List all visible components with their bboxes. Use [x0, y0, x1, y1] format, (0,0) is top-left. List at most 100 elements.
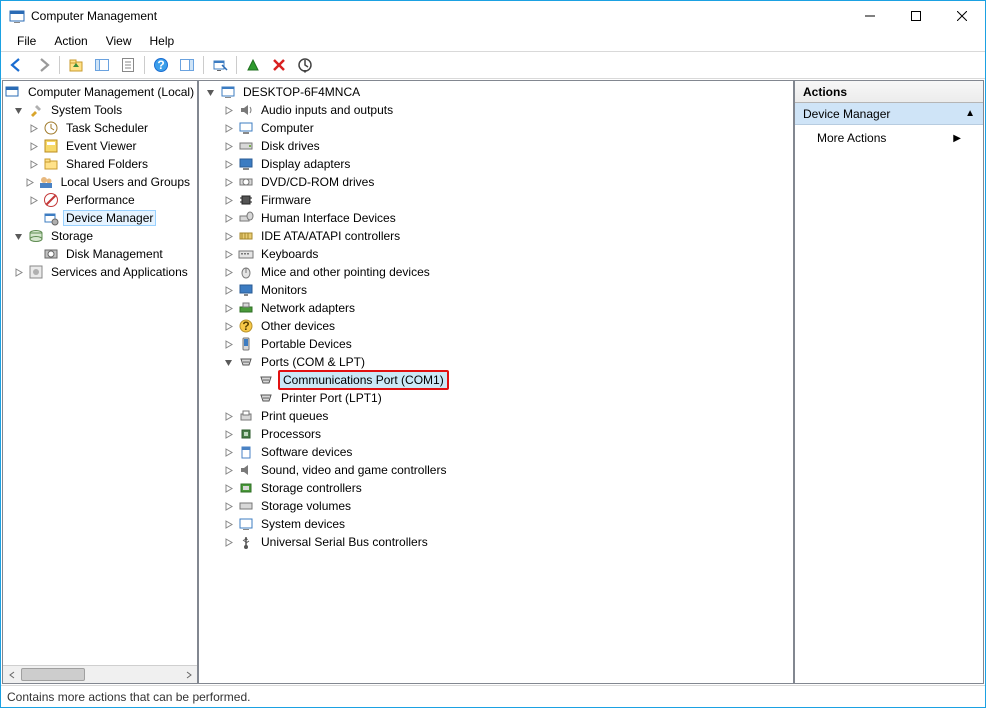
device-display[interactable]: Display adapters	[203, 155, 793, 173]
console-tree[interactable]: Computer Management (Local) System Tools…	[3, 81, 197, 665]
chevron-right-icon[interactable]	[26, 121, 41, 136]
device-root[interactable]: DESKTOP-6F4MNCA	[203, 83, 793, 101]
chevron-right-icon[interactable]	[221, 103, 236, 118]
chevron-right-icon[interactable]	[221, 175, 236, 190]
scroll-thumb[interactable]	[21, 668, 85, 681]
chevron-right-icon[interactable]	[221, 319, 236, 334]
device-firmware[interactable]: Firmware	[203, 191, 793, 209]
chevron-right-icon[interactable]	[221, 445, 236, 460]
device-computer[interactable]: Computer	[203, 119, 793, 137]
tree-local-users[interactable]: Local Users and Groups	[3, 173, 197, 191]
chevron-right-icon[interactable]	[221, 229, 236, 244]
chevron-right-icon[interactable]	[221, 535, 236, 550]
close-button[interactable]	[939, 1, 985, 31]
device-sound[interactable]: Sound, video and game controllers	[203, 461, 793, 479]
device-system[interactable]: System devices	[203, 515, 793, 533]
device-mice[interactable]: Mice and other pointing devices	[203, 263, 793, 281]
device-dvd[interactable]: DVD/CD-ROM drives	[203, 173, 793, 191]
chevron-right-icon[interactable]	[26, 157, 41, 172]
maximize-button[interactable]	[893, 1, 939, 31]
help-button[interactable]: ?	[149, 53, 173, 77]
minimize-button[interactable]	[847, 1, 893, 31]
show-hide-tree-button[interactable]	[90, 53, 114, 77]
tree-system-tools[interactable]: System Tools	[3, 101, 197, 119]
chevron-right-icon[interactable]	[221, 337, 236, 352]
forward-button[interactable]	[31, 53, 55, 77]
menu-action[interactable]: Action	[46, 32, 95, 50]
enable-button[interactable]	[241, 53, 265, 77]
chevron-right-icon[interactable]	[221, 481, 236, 496]
device-audio[interactable]: Audio inputs and outputs	[203, 101, 793, 119]
chevron-down-icon[interactable]	[11, 103, 26, 118]
chevron-right-icon[interactable]	[221, 247, 236, 262]
tree-task-scheduler[interactable]: Task Scheduler	[3, 119, 197, 137]
chevron-right-icon[interactable]	[221, 463, 236, 478]
update-driver-button[interactable]	[293, 53, 317, 77]
device-storage-vol[interactable]: Storage volumes	[203, 497, 793, 515]
device-print-queues[interactable]: Print queues	[203, 407, 793, 425]
chevron-right-icon[interactable]	[221, 157, 236, 172]
chevron-down-icon[interactable]	[221, 355, 236, 370]
usb-icon	[238, 534, 254, 550]
actions-header: Actions	[795, 81, 983, 103]
device-ide[interactable]: IDE ATA/ATAPI controllers	[203, 227, 793, 245]
tree-services-apps[interactable]: Services and Applications	[3, 263, 197, 281]
show-hide-action-pane-button[interactable]	[175, 53, 199, 77]
chevron-down-icon[interactable]	[11, 229, 26, 244]
chevron-right-icon[interactable]	[221, 121, 236, 136]
device-other[interactable]: ?Other devices	[203, 317, 793, 335]
tree-root-computer-management[interactable]: Computer Management (Local)	[3, 83, 197, 101]
device-tree[interactable]: DESKTOP-6F4MNCA Audio inputs and outputs…	[199, 81, 793, 553]
more-actions-label: More Actions	[817, 131, 886, 145]
tree-performance[interactable]: Performance	[3, 191, 197, 209]
horizontal-scrollbar[interactable]	[3, 665, 197, 683]
chevron-right-icon[interactable]	[26, 139, 41, 154]
device-network[interactable]: Network adapters	[203, 299, 793, 317]
menu-file[interactable]: File	[9, 32, 44, 50]
more-actions[interactable]: More Actions ▶	[795, 125, 983, 151]
device-monitors[interactable]: Monitors	[203, 281, 793, 299]
tree-device-manager[interactable]: Device Manager	[3, 209, 197, 227]
device-software[interactable]: Software devices	[203, 443, 793, 461]
chevron-right-icon[interactable]	[221, 139, 236, 154]
device-ports[interactable]: Ports (COM & LPT)	[203, 353, 793, 371]
chevron-right-icon[interactable]	[221, 265, 236, 280]
computer-icon	[220, 84, 236, 100]
chevron-right-icon[interactable]	[26, 193, 41, 208]
tree-shared-folders[interactable]: Shared Folders	[3, 155, 197, 173]
scroll-right-button[interactable]	[180, 666, 197, 683]
chevron-right-icon[interactable]	[221, 301, 236, 316]
device-usb[interactable]: Universal Serial Bus controllers	[203, 533, 793, 551]
device-lpt1[interactable]: Printer Port (LPT1)	[203, 389, 793, 407]
chevron-right-icon[interactable]	[11, 265, 26, 280]
tree-disk-management[interactable]: Disk Management	[3, 245, 197, 263]
chevron-right-icon[interactable]	[221, 193, 236, 208]
device-processors[interactable]: Processors	[203, 425, 793, 443]
properties-button[interactable]	[116, 53, 140, 77]
tree-event-viewer[interactable]: Event Viewer	[3, 137, 197, 155]
device-storage-ctrl[interactable]: Storage controllers	[203, 479, 793, 497]
tree-storage[interactable]: Storage	[3, 227, 197, 245]
chevron-right-icon[interactable]	[221, 211, 236, 226]
portable-icon	[238, 336, 254, 352]
actions-group[interactable]: Device Manager ▲	[795, 103, 983, 125]
scroll-left-button[interactable]	[3, 666, 20, 683]
chevron-right-icon[interactable]	[221, 409, 236, 424]
device-hid[interactable]: Human Interface Devices	[203, 209, 793, 227]
device-com1[interactable]: Communications Port (COM1)	[203, 371, 793, 389]
chevron-right-icon[interactable]	[23, 175, 36, 190]
up-button[interactable]	[64, 53, 88, 77]
device-disk-drives[interactable]: Disk drives	[203, 137, 793, 155]
menu-help[interactable]: Help	[142, 32, 183, 50]
device-portable[interactable]: Portable Devices	[203, 335, 793, 353]
uninstall-button[interactable]	[267, 53, 291, 77]
menu-view[interactable]: View	[98, 32, 140, 50]
chevron-right-icon[interactable]	[221, 517, 236, 532]
chevron-right-icon[interactable]	[221, 499, 236, 514]
back-button[interactable]	[5, 53, 29, 77]
chevron-right-icon[interactable]	[221, 427, 236, 442]
chevron-right-icon[interactable]	[221, 283, 236, 298]
scan-hardware-button[interactable]	[208, 53, 232, 77]
device-keyboards[interactable]: Keyboards	[203, 245, 793, 263]
chevron-down-icon[interactable]	[203, 85, 218, 100]
